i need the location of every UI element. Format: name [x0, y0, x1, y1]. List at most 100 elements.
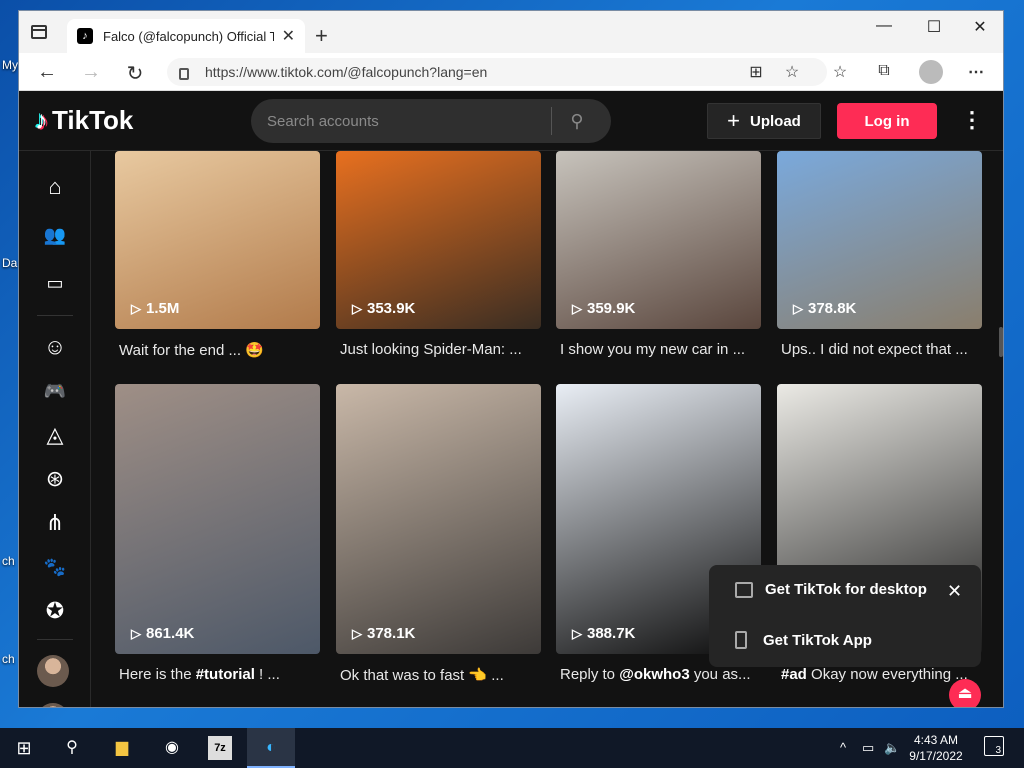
more-options-icon[interactable]: ⋮ — [961, 107, 983, 133]
video-thumbnail[interactable]: ▷ 353.9K — [336, 151, 541, 329]
page-scrollbar[interactable] — [999, 327, 1003, 357]
app-available-icon[interactable]: ⊞ — [745, 62, 767, 82]
view-count-text: 359.9K — [587, 300, 636, 317]
comedy-icon[interactable]: ☺ — [41, 333, 69, 361]
view-count: ▷ 353.9K — [352, 300, 415, 317]
tiktok-page: ♪ TikTok ⚲ + Upload Log in ⋮ ⌂ 👥 ▭ ☺ 🎮 ◬ — [19, 91, 1003, 707]
favorites-icon[interactable]: ☆ — [829, 62, 851, 82]
video-card[interactable]: ▷ 378.8K Ups.. I did not expect that ... — [777, 151, 982, 358]
edge-icon[interactable]: ◐ — [259, 736, 283, 760]
tab-title: Falco (@falcopunch) Official TikT — [103, 28, 274, 44]
dance-icon[interactable]: ⊛ — [41, 465, 69, 493]
tiktok-note-icon: ♪ — [35, 105, 48, 135]
following-icon[interactable]: 👥 — [41, 221, 69, 249]
upload-button[interactable]: + Upload — [707, 103, 821, 139]
collections-icon[interactable]: ⧉ — [873, 62, 895, 80]
logo-text: TikTok — [52, 105, 134, 135]
video-caption[interactable]: Reply to @okwho3 you as... — [556, 666, 761, 683]
add-favorite-icon[interactable]: ☆ — [781, 62, 803, 82]
sidebar-divider — [37, 315, 73, 316]
sports-icon[interactable]: ✪ — [41, 597, 69, 625]
notification-count: 3 — [995, 745, 1001, 756]
video-caption[interactable]: Here is the #tutorial ! ... — [115, 666, 320, 683]
get-desktop-link[interactable]: Get TikTok for desktop — [735, 581, 927, 598]
tab-actions-icon[interactable] — [31, 25, 47, 39]
chrome-icon[interactable]: ◉ — [160, 736, 184, 760]
search-icon[interactable]: ⚲ — [60, 736, 84, 760]
play-icon: ▷ — [793, 300, 803, 316]
video-thumbnail[interactable]: ▷ 359.9K — [556, 151, 761, 329]
caption-text: you as... — [689, 666, 751, 683]
sidebar: ⌂ 👥 ▭ ☺ 🎮 ◬ ⊛ ⋔ 🐾 ✪ — [19, 151, 91, 707]
7zip-icon[interactable]: 7z — [208, 736, 232, 760]
close-icon[interactable]: ✕ — [947, 581, 962, 602]
video-card[interactable]: ▷ 1.5M Wait for the end ... 🤩 — [115, 151, 320, 359]
video-caption[interactable]: #ad Okay now everything ... — [777, 666, 982, 683]
video-thumbnail[interactable]: ▷ 1.5M — [115, 151, 320, 329]
forward-icon[interactable]: → — [79, 61, 103, 84]
minimize-icon[interactable]: — — [861, 17, 907, 35]
windows-start-icon[interactable]: ⊞ — [12, 736, 36, 760]
refresh-icon[interactable]: ↻ — [123, 61, 147, 86]
food-icon[interactable]: ◬ — [41, 421, 69, 449]
video-caption[interactable]: Wait for the end ... 🤩 — [115, 341, 320, 359]
search-input[interactable] — [251, 112, 551, 130]
video-caption[interactable]: Ok that was to fast 👈 ... — [336, 666, 541, 684]
clock[interactable]: 4:43 AM 9/17/2022 — [898, 732, 974, 764]
video-caption[interactable]: Just looking Spider-Man: ... — [336, 341, 541, 358]
desktop-label[interactable]: My — [2, 58, 18, 72]
account-avatar[interactable] — [37, 655, 69, 687]
view-count-text: 388.7K — [587, 625, 636, 642]
file-explorer-icon[interactable]: ▆ — [110, 736, 134, 760]
get-app-popup: Get TikTok for desktop ✕ Get TikTok App — [709, 565, 981, 667]
notification-center-icon[interactable]: 3 — [984, 736, 1004, 756]
login-button[interactable]: Log in — [837, 103, 937, 139]
close-window-icon[interactable]: ✕ — [957, 17, 1003, 37]
browser-tab[interactable]: ♪ Falco (@falcopunch) Official TikT ✕ — [67, 19, 305, 53]
phone-icon — [735, 631, 747, 649]
animals-icon[interactable]: 🐾 — [41, 553, 69, 581]
sidebar-divider — [37, 639, 73, 640]
video-card[interactable]: ▷ 861.4K Here is the #tutorial ! ... — [115, 384, 320, 683]
view-count-text: 1.5M — [146, 300, 180, 317]
search-icon[interactable]: ⚲ — [552, 111, 602, 132]
live-icon[interactable]: ▭ — [41, 269, 69, 297]
video-card[interactable]: ▷ 353.9K Just looking Spider-Man: ... — [336, 151, 541, 358]
maximize-icon[interactable]: ☐ — [911, 17, 957, 37]
account-avatar[interactable] — [37, 703, 69, 707]
back-icon[interactable]: ← — [35, 61, 59, 84]
video-thumbnail[interactable]: ▷ 378.1K — [336, 384, 541, 654]
get-app-link[interactable]: Get TikTok App — [735, 631, 872, 649]
video-thumbnail[interactable]: ▷ 861.4K — [115, 384, 320, 654]
view-count-text: 861.4K — [146, 625, 195, 642]
profile-avatar[interactable] — [919, 60, 943, 84]
video-card[interactable]: ▷ 378.1K Ok that was to fast 👈 ... — [336, 384, 541, 684]
caption-hashtag[interactable]: #ad — [781, 666, 807, 683]
gaming-icon[interactable]: 🎮 — [41, 377, 69, 405]
scroll-to-top-button[interactable]: ⏏ — [949, 679, 981, 707]
url-field[interactable]: https://www.tiktok.com/@falcopunch?lang=… — [167, 58, 827, 86]
caption-mention[interactable]: @okwho3 — [619, 666, 689, 683]
clock-time: 4:43 AM — [913, 733, 959, 747]
new-tab-icon[interactable]: + — [315, 23, 328, 49]
video-card[interactable]: ▷ 359.9K I show you my new car in ... — [556, 151, 761, 358]
video-thumbnail[interactable]: ▷ 378.8K — [777, 151, 982, 329]
desktop-label[interactable]: Da — [2, 256, 17, 270]
home-icon[interactable]: ⌂ — [41, 173, 69, 201]
caption-text: ! ... — [254, 666, 280, 683]
desktop-label[interactable]: ch — [2, 554, 15, 568]
video-caption[interactable]: Ups.. I did not expect that ... — [777, 341, 982, 358]
tiktok-logo[interactable]: ♪ TikTok — [35, 105, 133, 136]
video-caption[interactable]: I show you my new car in ... — [556, 341, 761, 358]
view-count: ▷ 388.7K — [572, 625, 635, 642]
view-count: ▷ 1.5M — [131, 300, 179, 317]
play-icon: ▷ — [131, 300, 141, 316]
close-tab-icon[interactable]: ✕ — [282, 26, 295, 46]
view-count: ▷ 378.8K — [793, 300, 856, 317]
tray-chevron-icon[interactable]: ^ — [840, 740, 846, 755]
more-icon[interactable]: ⋯ — [965, 62, 987, 82]
beauty-icon[interactable]: ⋔ — [41, 509, 69, 537]
caption-hashtag[interactable]: #tutorial — [196, 666, 255, 683]
network-icon[interactable]: ▭ — [862, 740, 874, 756]
desktop-label[interactable]: ch — [2, 652, 15, 666]
